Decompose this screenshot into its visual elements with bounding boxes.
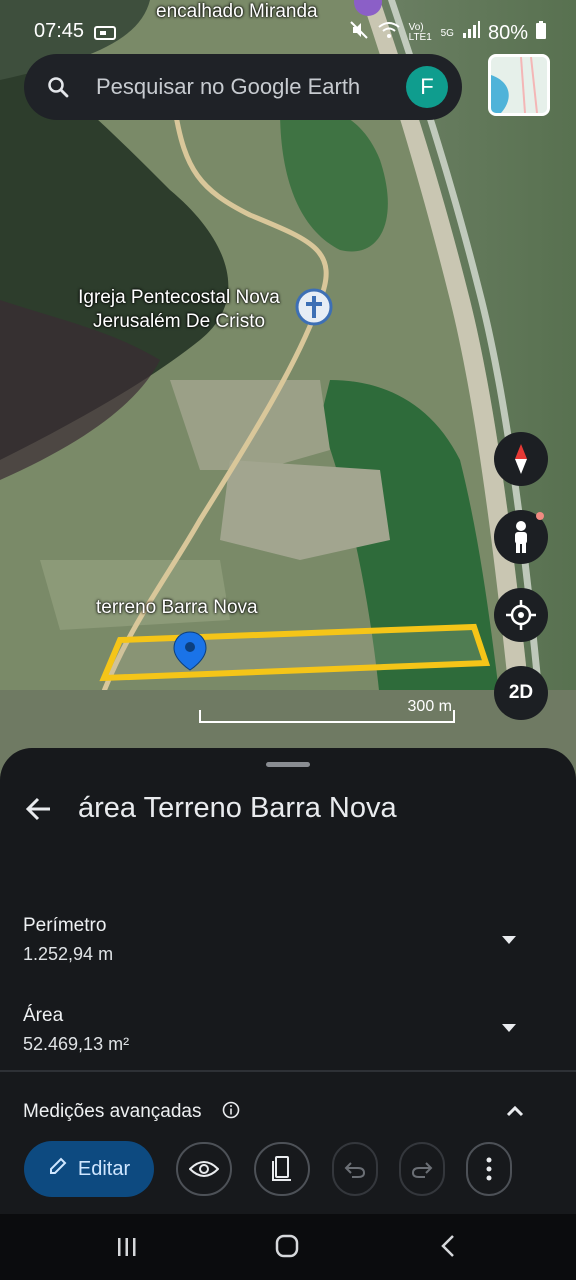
redo-icon (411, 1162, 433, 1178)
account-avatar[interactable]: F (406, 66, 448, 108)
view-mode-label: 2D (508, 682, 534, 703)
screen-record-icon (94, 24, 116, 47)
info-icon[interactable] (222, 1101, 240, 1124)
scale-bar: 300 m (198, 698, 456, 723)
status-right-group: Vo) LTE1 5G 80% (349, 20, 546, 46)
sheet-title: área Terreno Barra Nova (78, 792, 397, 824)
advanced-label: Medições avançadas (23, 1101, 202, 1122)
back-arrow-icon[interactable] (24, 794, 54, 824)
chevron-down-icon[interactable] (500, 933, 518, 951)
map-layers-button[interactable] (488, 54, 550, 116)
satellite-map[interactable]: encalhado Miranda Igreja Pentecostal Nov… (0, 0, 576, 800)
area-row[interactable]: Área 52.469,13 m² (0, 995, 576, 1065)
advanced-measurements-row[interactable]: Medições avançadas (0, 1090, 576, 1124)
chevron-down-icon[interactable] (500, 1021, 518, 1039)
signal-icon (462, 21, 480, 45)
edit-button-label: Editar (77, 1157, 131, 1180)
church-label-line2: Jerusalém De Cristo (92, 311, 266, 332)
my-location-button[interactable] (494, 588, 548, 642)
area-value: 52.469,13 m² (23, 1034, 130, 1054)
search-input[interactable]: Pesquisar no Google Earth (96, 74, 406, 100)
battery-percent: 80% (487, 21, 528, 44)
more-options-button[interactable] (466, 1142, 512, 1196)
perimeter-value: 1.252,94 m (23, 944, 114, 964)
church-label-line1: Igreja Pentecostal Nova (78, 287, 280, 308)
perimeter-row[interactable]: Perímetro 1.252,94 m (0, 905, 576, 975)
view-mode-toggle[interactable]: 2D (494, 666, 548, 720)
compass-button[interactable] (494, 432, 548, 486)
back-nav-icon[interactable] (440, 1234, 456, 1263)
layers-card-icon (272, 1156, 291, 1181)
edit-button[interactable]: Editar (24, 1141, 154, 1197)
area-label: Área (23, 1005, 64, 1026)
status-time: 07:45 (34, 20, 85, 42)
place-label-terreno[interactable]: terreno Barra Nova (96, 596, 258, 620)
pencil-icon (48, 1156, 68, 1182)
visibility-button[interactable] (176, 1142, 232, 1196)
place-label-church[interactable]: Igreja Pentecostal Nova Jerusalém De Cri… (66, 286, 292, 334)
street-view-button[interactable] (494, 510, 548, 564)
recents-icon[interactable] (116, 1236, 138, 1263)
search-icon (46, 75, 70, 99)
home-icon[interactable] (275, 1234, 299, 1263)
notification-dot (536, 512, 544, 520)
undo-button[interactable] (332, 1142, 378, 1196)
system-nav-bar (0, 1214, 576, 1280)
sheet-drag-handle[interactable] (266, 762, 310, 767)
satellite-imagery (0, 0, 576, 800)
undo-icon (344, 1162, 366, 1178)
compass-icon (515, 444, 527, 474)
pegman-icon (515, 521, 527, 553)
scale-label: 300 m (407, 698, 452, 715)
battery-icon (536, 21, 546, 45)
eye-icon (189, 1161, 219, 1177)
wifi-icon (377, 20, 401, 46)
church-pin-icon[interactable] (295, 288, 333, 326)
section-divider (0, 1070, 576, 1072)
perimeter-label: Perímetro (23, 915, 107, 936)
search-bar[interactable]: Pesquisar no Google Earth F (24, 54, 462, 120)
network-label: 5G (440, 27, 454, 39)
status-bar: 07:45 Vo) LTE1 5G 80% (0, 0, 576, 60)
mute-icon (349, 20, 369, 46)
more-vert-icon (486, 1157, 492, 1181)
map-thumbnail-icon (491, 57, 547, 113)
snapshot-button[interactable] (254, 1142, 310, 1196)
chevron-up-icon[interactable] (506, 1104, 524, 1122)
lte-label: Vo) LTE1 (408, 22, 432, 43)
crosshair-icon (506, 600, 536, 630)
redo-button[interactable] (399, 1142, 445, 1196)
